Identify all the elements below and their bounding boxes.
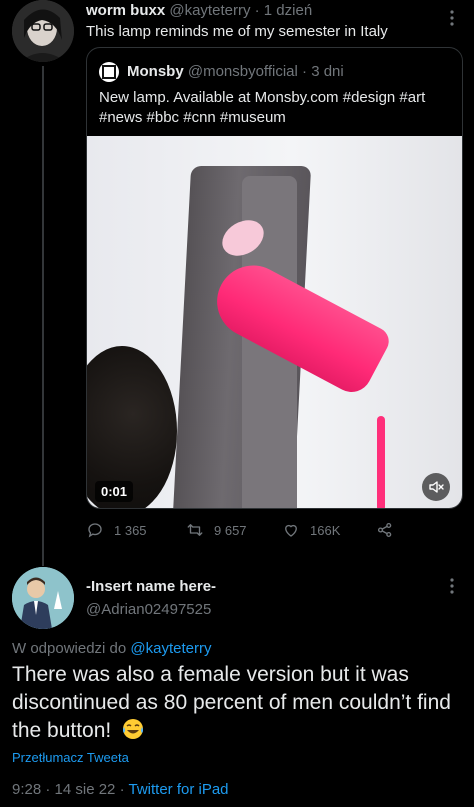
reply-avatar[interactable] <box>12 567 74 629</box>
share-icon <box>377 522 392 538</box>
translate-link[interactable]: Przetłumacz Tweeta <box>12 750 129 765</box>
tweet-header: worm buxx @kayteterry · 1 dzień <box>86 2 312 19</box>
avatar[interactable] <box>12 0 74 62</box>
author-handle[interactable]: @kayteterry <box>169 2 250 19</box>
tweet-meta: 9:28 · 14 sie 22 · Twitter for iPad <box>12 781 229 798</box>
retweet-count: 9 657 <box>214 522 247 538</box>
like-count: 166K <box>310 522 341 538</box>
author-name[interactable]: worm buxx <box>86 2 165 19</box>
tweet-text: This lamp reminds me of my semester in I… <box>86 23 388 40</box>
separator: · <box>302 63 308 80</box>
more-vertical-icon[interactable] <box>449 10 455 26</box>
like-button[interactable]: 166K <box>282 521 340 539</box>
quote-header: Monsby @monsbyofficial · 3 dni <box>127 63 344 80</box>
heart-icon <box>285 524 297 537</box>
reply-prefix: W odpowiedzi do <box>12 640 127 657</box>
avatar-image-icon <box>12 0 74 62</box>
quote-tweet-card[interactable]: Monsby @monsbyofficial · 3 dni New lamp.… <box>86 47 463 509</box>
source-link[interactable]: Twitter for iPad <box>128 781 228 798</box>
reply-author-name[interactable]: -Insert name here- <box>86 578 216 595</box>
monsby-logo-icon <box>102 65 116 79</box>
reply-author-handle[interactable]: @Adrian02497525 <box>86 601 211 618</box>
face-with-tears-of-joy-icon <box>123 719 144 739</box>
replying-to: W odpowiedzi do @kayteterry <box>12 640 212 657</box>
retweet-icon <box>187 524 203 536</box>
quote-avatar[interactable] <box>99 62 119 82</box>
tweet-actions: 1 365 9 657 166K <box>86 521 416 543</box>
more-vertical-icon[interactable] <box>449 578 455 594</box>
share-button[interactable] <box>376 521 394 539</box>
speech-bubble-icon <box>88 523 102 538</box>
tweet-time[interactable]: 1 dzień <box>264 2 312 19</box>
reply-text-block: There was also a female version but it w… <box>12 661 462 745</box>
video-player[interactable]: 0:01 <box>87 136 462 508</box>
timestamp[interactable]: 9:28 · 14 sie 22 · <box>12 781 125 798</box>
reply-count: 1 365 <box>114 522 147 538</box>
thread-line <box>42 66 44 566</box>
quote-text: New lamp. Available at Monsby.com #desig… <box>99 89 426 126</box>
quote-time[interactable]: 3 dni <box>311 63 344 80</box>
quote-author-name[interactable]: Monsby <box>127 63 184 80</box>
reply-to-handle[interactable]: @kayteterry <box>130 640 211 657</box>
quote-author-handle[interactable]: @monsbyofficial <box>188 63 298 80</box>
speaker-muted-icon <box>429 481 444 493</box>
reply-text: There was also a female version but it w… <box>12 663 451 742</box>
video-frame-lamp-cord <box>377 416 385 508</box>
avatar-image-icon <box>12 567 74 629</box>
video-time: 0:01 <box>95 481 134 502</box>
retweet-button[interactable]: 9 657 <box>186 521 247 539</box>
reply-button[interactable]: 1 365 <box>86 521 147 539</box>
mute-button[interactable] <box>422 473 450 501</box>
separator: · <box>254 2 260 19</box>
